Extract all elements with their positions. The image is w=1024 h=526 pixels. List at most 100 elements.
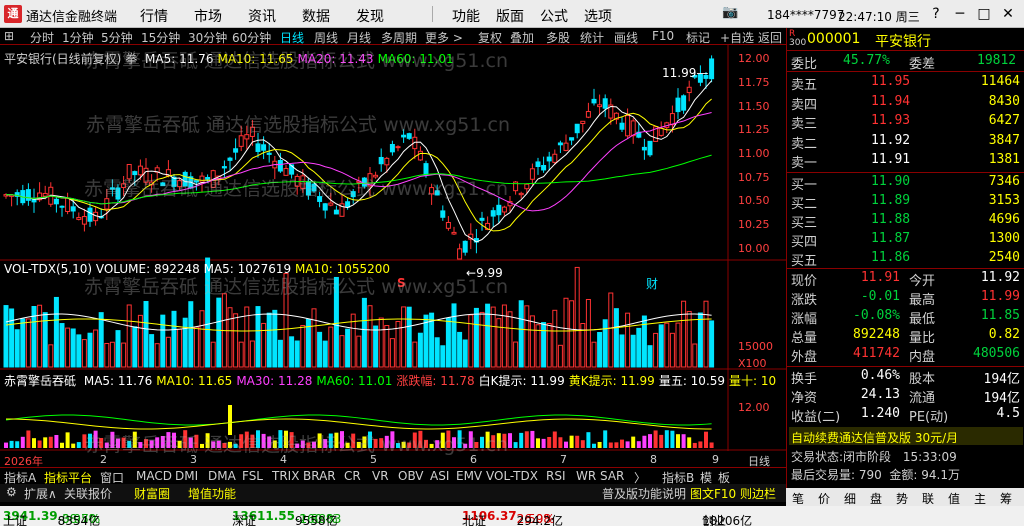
indicator-tab-14[interactable]: VOL-TDX	[486, 469, 538, 483]
indicator-tab-6[interactable]: FSL	[242, 469, 263, 483]
period-tab-2[interactable]: 5分钟	[101, 29, 133, 46]
toolbar-action-6[interactable]: 标记	[686, 29, 710, 46]
quote-tab-1[interactable]: 价	[818, 490, 830, 507]
ask-price-1[interactable]: 11.94	[871, 94, 910, 109]
indicator-tab-15[interactable]: RSI	[546, 469, 566, 483]
menu-1[interactable]: 市场	[194, 6, 222, 26]
signal-s-marker: S	[397, 276, 406, 290]
camera-icon[interactable]: 📷	[722, 5, 742, 22]
close-icon[interactable]: ✕	[998, 4, 1018, 24]
ext-tab-3[interactable]: 增值功能	[188, 485, 236, 502]
ask-vol-1: 8430	[988, 93, 1020, 109]
help-icon[interactable]: ?	[926, 4, 946, 24]
settings-icon[interactable]: ⚙	[6, 485, 17, 499]
indicator-tab-9[interactable]: CR	[344, 469, 361, 483]
stat-label: 涨跌	[791, 293, 818, 308]
bid-price-0[interactable]: 11.90	[871, 174, 910, 189]
finance-marker[interactable]: 财	[646, 275, 658, 292]
menu-0[interactable]: 行情	[140, 6, 168, 26]
month-tick: 9	[712, 453, 719, 466]
period-tab-0[interactable]: 分时	[30, 29, 54, 46]
ma-caption-3: MA60: 11.01	[377, 52, 454, 66]
last-trade: 最后交易量: 790 金额: 94.1万	[791, 468, 960, 482]
menu-3[interactable]: 数据	[302, 6, 330, 26]
bz-index[interactable]: 北证 1106.37 26.98 2.50% 294.2亿	[462, 509, 563, 526]
minimize-icon[interactable]: ─	[950, 4, 970, 24]
indicator-tab-10[interactable]: VR	[372, 469, 389, 483]
kline-chart[interactable]	[0, 45, 786, 467]
price-y-tick: 10.50	[738, 194, 770, 208]
indicator-caption-8: 量十: 10	[729, 374, 777, 388]
period-tab-3[interactable]: 15分钟	[141, 29, 180, 46]
toolbar-action-8[interactable]: 返回	[758, 29, 782, 46]
ask-price-4[interactable]: 11.91	[871, 152, 910, 167]
period-tab-10[interactable]: 更多 >	[425, 29, 463, 46]
period-tab-1[interactable]: 1分钟	[62, 29, 94, 46]
ask-price-0[interactable]: 11.95	[871, 74, 910, 89]
period-tab-6[interactable]: 日线	[280, 29, 304, 46]
ext-tab-2[interactable]: 财富圈	[134, 485, 170, 502]
period-tab-7[interactable]: 周线	[314, 29, 338, 46]
indicator-tab-13[interactable]: EMV	[456, 469, 482, 483]
weibi-label: 委比	[791, 57, 818, 72]
toolbar-action-4[interactable]: 画线	[614, 29, 638, 46]
app-title: 通达信金融终端	[26, 10, 118, 25]
sz-index[interactable]: 深证 13611.55 -260.83 -1.88% 9558亿	[232, 509, 341, 526]
quote-tab-0[interactable]: 笔	[792, 490, 804, 507]
indicator-tab-12[interactable]: ASI	[430, 469, 449, 483]
ext-tab-0[interactable]: 扩展∧	[24, 485, 57, 502]
toolbar-action-3[interactable]: 统计	[580, 29, 604, 46]
ask-price-3[interactable]: 11.92	[871, 133, 910, 148]
menu-8[interactable]: 选项	[584, 6, 612, 26]
price-y-tick: 10.00	[738, 241, 770, 255]
quote-tab-4[interactable]: 势	[896, 490, 908, 507]
menu-5[interactable]: 功能	[452, 6, 480, 26]
menu-6[interactable]: 版面	[496, 6, 524, 26]
indicator-tab-11[interactable]: OBV	[398, 469, 424, 483]
bid-price-4[interactable]: 11.86	[871, 250, 910, 265]
indicator-tab-3[interactable]: MACD	[136, 469, 172, 483]
menu-4[interactable]: 发现	[356, 6, 384, 26]
menu-7[interactable]: 公式	[540, 6, 568, 26]
quote-tab-7[interactable]: 主	[974, 490, 986, 507]
toolbar-action-1[interactable]: 叠加	[510, 29, 534, 46]
period-tab-4[interactable]: 30分钟	[188, 29, 227, 46]
price-y-tick: 10.25	[738, 217, 770, 231]
bid-price-2[interactable]: 11.88	[871, 212, 910, 227]
maximize-icon[interactable]: □	[974, 4, 994, 24]
toolbar-action-0[interactable]: 复权	[478, 29, 502, 46]
ask-price-2[interactable]: 11.93	[871, 113, 910, 128]
promo-banner[interactable]: 自动续费通达信普及版 30元/月	[789, 427, 1023, 445]
quote-tab-8[interactable]: 筹	[1000, 490, 1012, 507]
quote-tab-2[interactable]: 细	[844, 490, 856, 507]
stat-label: 内盘	[909, 350, 936, 365]
indicator-caption-7: 量五: 10.59	[658, 374, 726, 388]
sh-index[interactable]: 上证 3941.39 -38.50 -0.97% 8354亿	[3, 509, 100, 526]
period-tab-5[interactable]: 60分钟	[232, 29, 271, 46]
quote-tab-3[interactable]: 盘	[870, 490, 882, 507]
stat-label: 最低	[909, 312, 936, 327]
toolbar-action-5[interactable]: F10	[652, 29, 674, 43]
indicator-tab-16[interactable]: WR	[576, 469, 596, 483]
indicator-tab-8[interactable]: BRAR	[303, 469, 336, 483]
grid-icon[interactable]: ⊞	[4, 29, 14, 43]
volume-indicator-name: VOL-TDX(5,10)	[4, 262, 93, 276]
toolbar-action-7[interactable]: +自选	[720, 29, 754, 46]
quote-tab-5[interactable]: 联	[922, 490, 934, 507]
period-tab-8[interactable]: 月线	[347, 29, 371, 46]
quote-tab-6[interactable]: 值	[948, 490, 960, 507]
ext-tab-1[interactable]: 关联报价	[64, 485, 112, 502]
indicator-tab-7[interactable]: TRIX	[272, 469, 299, 483]
bid-price-1[interactable]: 11.89	[871, 193, 910, 208]
menu-2[interactable]: 资讯	[248, 6, 276, 26]
indicator-caption-3: MA60: 11.01	[316, 374, 393, 388]
f10-link[interactable]: 图文F10 则边栏 《	[690, 485, 792, 502]
notice-link[interactable]: 普及版功能说明	[602, 485, 686, 502]
period-tab-9[interactable]: 多周期	[381, 29, 417, 46]
user-account[interactable]: 184****7797	[767, 8, 844, 22]
bid-price-3[interactable]: 11.87	[871, 231, 910, 246]
toolbar-action-2[interactable]: 多股	[546, 29, 570, 46]
indicator-tab-5[interactable]: DMA	[208, 469, 236, 483]
indicator-tab-17[interactable]: SAR	[600, 469, 624, 483]
indicator-tab-4[interactable]: DMI	[175, 469, 198, 483]
